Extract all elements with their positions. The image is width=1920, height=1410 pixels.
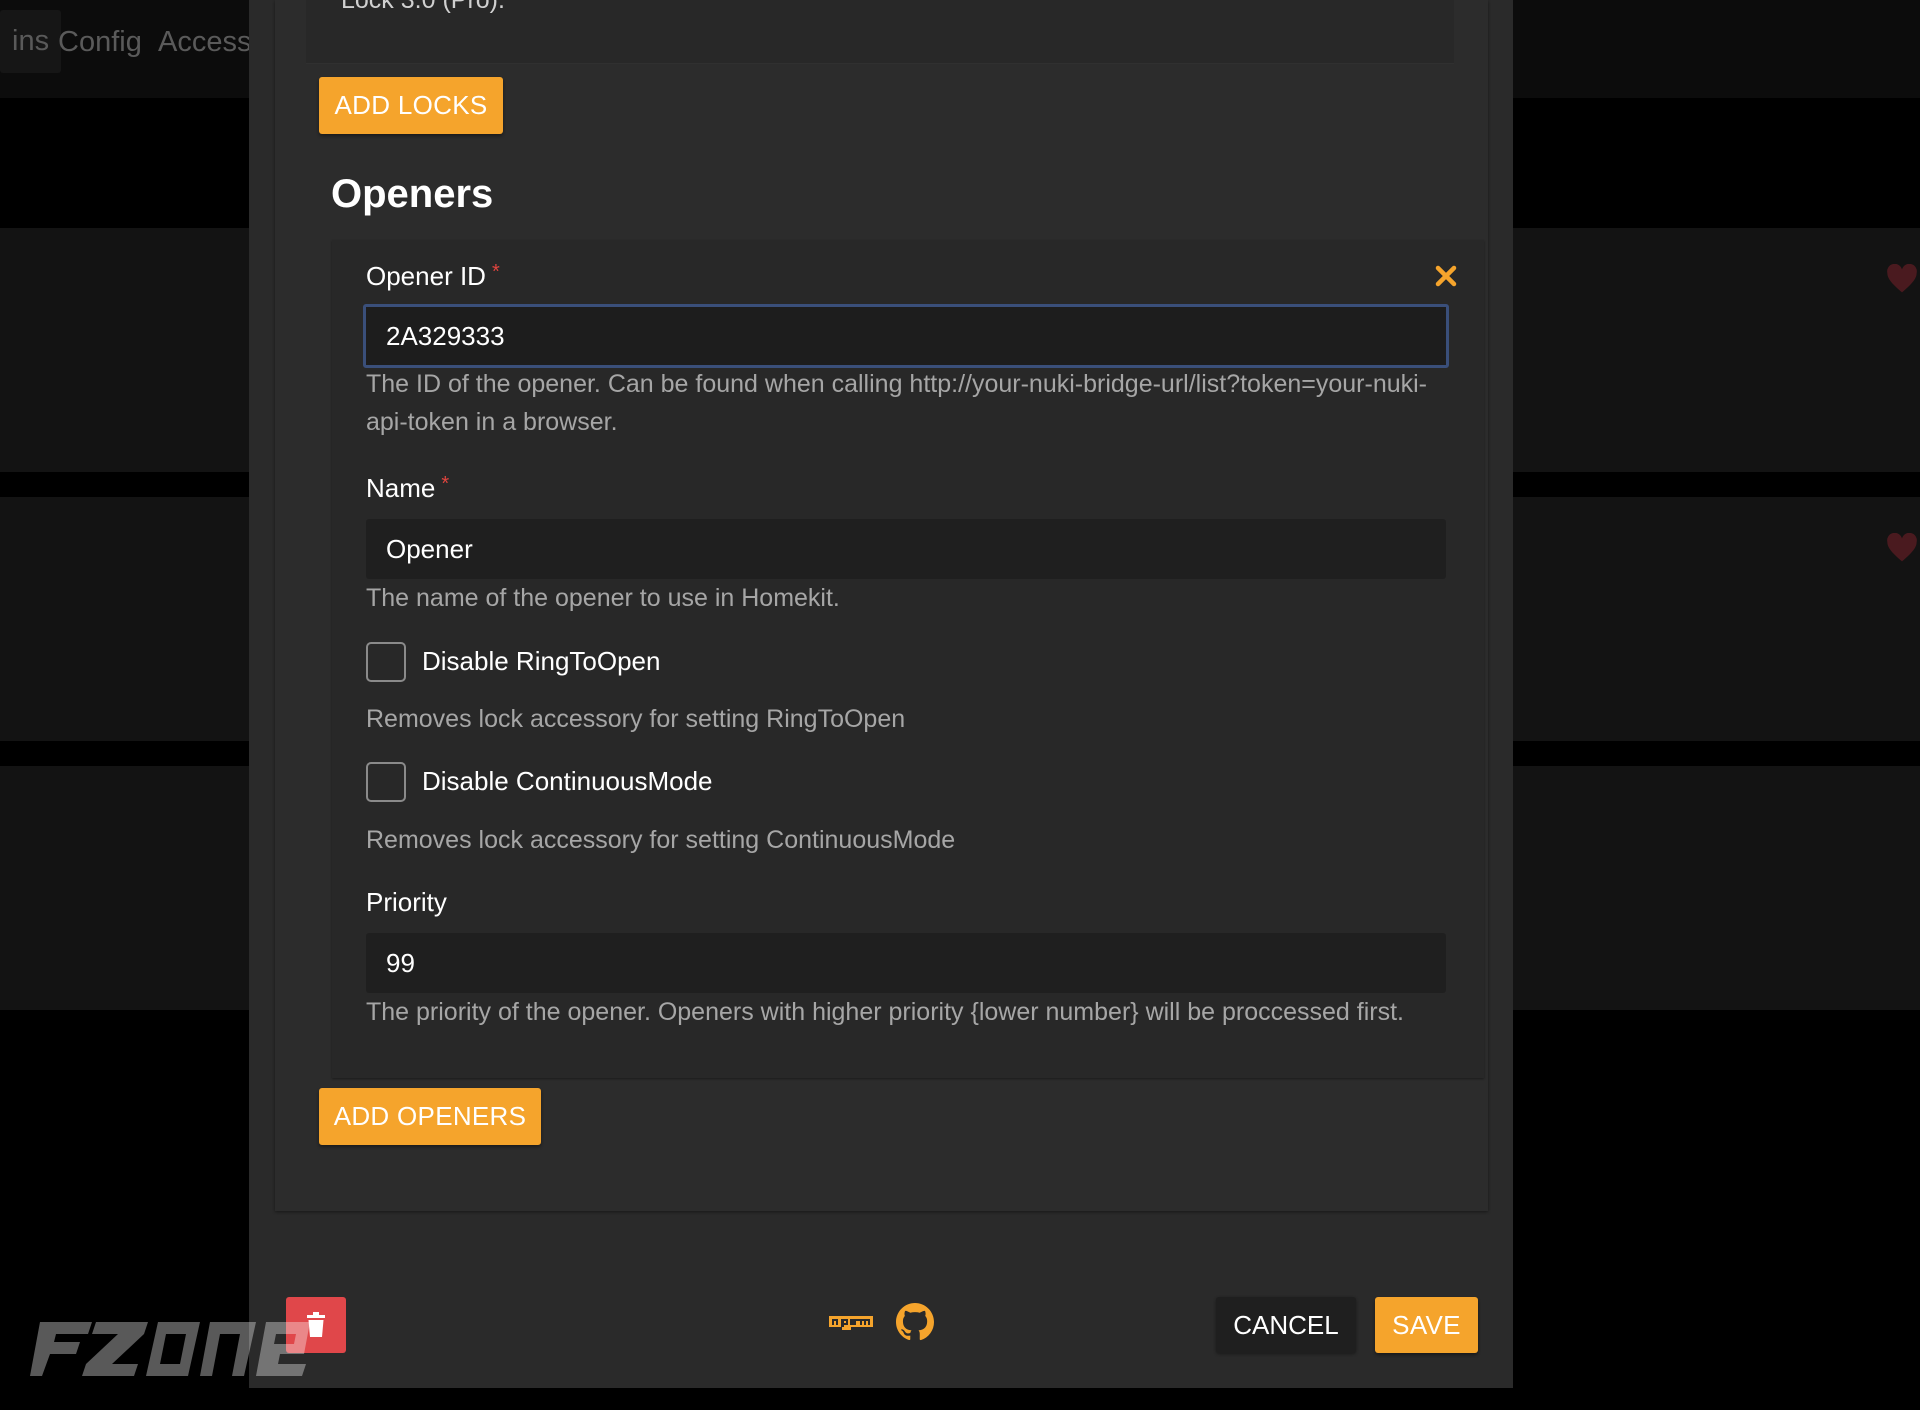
opener-item: Opener ID* The ID of the opener. Can be … <box>332 240 1484 1078</box>
openers-section-title: Openers <box>331 172 494 216</box>
priority-help: The priority of the opener. Openers with… <box>366 998 1404 1026</box>
opener-id-label: Opener ID * <box>366 261 500 292</box>
disable-continuous-mode-checkbox[interactable] <box>366 762 406 802</box>
watermark-logo <box>30 1322 310 1376</box>
heart-icon <box>1887 264 1917 293</box>
save-button[interactable]: SAVE <box>1375 1297 1478 1353</box>
add-openers-button[interactable]: ADD OPENERS <box>319 1088 541 1145</box>
config-form-panel: Lock 3.0 (Pro). ADD LOCKS Openers Opener… <box>275 0 1488 1211</box>
name-label: Name * <box>366 473 449 504</box>
add-locks-button[interactable]: ADD LOCKS <box>319 77 503 134</box>
opener-id-help: The ID of the opener. Can be found when … <box>366 370 1428 436</box>
close-icon[interactable] <box>1434 264 1458 288</box>
npm-icon[interactable] <box>828 1312 874 1332</box>
required-mark: * <box>441 473 450 495</box>
lock-item-help-text: Lock 3.0 (Pro). <box>341 0 505 14</box>
disable-ring-to-open-help: Removes lock accessory for setting RingT… <box>366 705 906 733</box>
priority-input[interactable] <box>366 933 1446 993</box>
lock-item: Lock 3.0 (Pro). <box>306 0 1454 64</box>
opener-id-label-text: Opener ID <box>366 261 486 291</box>
plugin-config-modal: Lock 3.0 (Pro). ADD LOCKS Openers Opener… <box>249 0 1513 1388</box>
nav-item-plugins: ins <box>0 10 62 73</box>
nav-item-config: Config <box>58 26 142 58</box>
name-label-text: Name <box>366 473 436 503</box>
disable-continuous-mode-label[interactable]: Disable ContinuousMode <box>422 766 713 797</box>
cancel-button[interactable]: CANCEL <box>1216 1297 1356 1353</box>
name-help: The name of the opener to use in Homekit… <box>366 584 840 612</box>
opener-id-input[interactable] <box>363 304 1449 368</box>
heart-icon <box>1887 533 1917 562</box>
disable-ring-to-open-label[interactable]: Disable RingToOpen <box>422 646 660 677</box>
disable-continuous-mode-help: Removes lock accessory for setting Conti… <box>366 826 956 854</box>
disable-ring-to-open-checkbox[interactable] <box>366 642 406 682</box>
github-icon[interactable] <box>896 1303 934 1341</box>
priority-label: Priority <box>366 887 447 918</box>
name-input[interactable] <box>366 519 1446 579</box>
required-mark: * <box>491 261 500 283</box>
priority-label-text: Priority <box>366 887 447 917</box>
